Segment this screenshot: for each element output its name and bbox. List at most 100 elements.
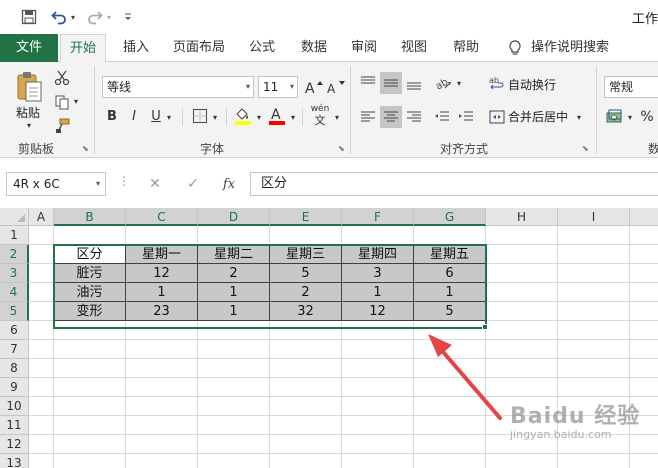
column-header-a[interactable]: A	[29, 208, 54, 226]
table-cell[interactable]: 12	[342, 302, 414, 321]
borders-dropdown-icon[interactable]: ▾	[210, 108, 220, 126]
fill-color-icon[interactable]	[232, 104, 254, 126]
row-header-1[interactable]: 1	[0, 226, 29, 245]
row-header-10[interactable]: 10	[0, 397, 29, 416]
bold-button[interactable]: B	[104, 106, 120, 126]
undo-dropdown-icon[interactable]: ▾	[68, 6, 78, 28]
select-all-corner[interactable]	[0, 208, 29, 226]
row-header-13[interactable]: 13	[0, 454, 29, 468]
formula-bar-splitter[interactable]: ⋮	[118, 174, 130, 188]
table-cell[interactable]: 12	[126, 264, 198, 283]
undo-icon[interactable]	[48, 6, 70, 28]
table-header-cell[interactable]: 星期三	[270, 244, 342, 264]
decrease-font-icon[interactable]: A	[326, 76, 346, 98]
name-box[interactable]: 4R x 6C ▾	[6, 172, 106, 196]
column-header-f[interactable]: F	[342, 208, 414, 226]
table-cell[interactable]: 1	[126, 283, 198, 302]
table-header-cell[interactable]: 星期四	[342, 244, 414, 264]
table-cell[interactable]: 32	[270, 302, 342, 321]
merge-center-icon[interactable]	[488, 108, 506, 126]
row-header-5[interactable]: 5	[0, 302, 29, 321]
increase-font-icon[interactable]: A	[304, 76, 324, 98]
accounting-format-icon[interactable]	[604, 106, 626, 128]
redo-icon[interactable]	[84, 6, 106, 28]
underline-button[interactable]: U	[148, 106, 164, 126]
paste-dropdown-icon[interactable]: ▾	[24, 120, 34, 130]
orientation-dropdown-icon[interactable]: ▾	[454, 74, 464, 92]
tab-data[interactable]: 数据	[292, 34, 336, 62]
phonetic-dropdown-icon[interactable]: ▾	[332, 108, 342, 126]
column-header-next[interactable]	[630, 208, 658, 226]
format-painter-icon[interactable]	[52, 116, 72, 136]
tell-me-search[interactable]: 操作说明搜索	[530, 34, 610, 62]
font-color-icon[interactable]: A	[266, 104, 288, 126]
column-header-g[interactable]: G	[414, 208, 486, 226]
align-right-icon[interactable]	[404, 106, 424, 128]
table-cell[interactable]: 3	[342, 264, 414, 283]
column-header-i[interactable]: I	[558, 208, 630, 226]
decrease-indent-icon[interactable]	[432, 106, 452, 128]
row-header-6[interactable]: 6	[0, 321, 29, 340]
row-header-9[interactable]: 9	[0, 378, 29, 397]
font-size-combo[interactable]: 11 ▾	[258, 76, 298, 98]
font-color-dropdown-icon[interactable]: ▾	[288, 108, 298, 126]
tab-insert[interactable]: 插入	[114, 34, 158, 62]
merge-center-button[interactable]: 合并后居中	[508, 108, 568, 126]
table-cell[interactable]: 变形	[53, 302, 126, 321]
borders-icon[interactable]	[190, 106, 210, 126]
table-cell[interactable]: 1	[198, 302, 270, 321]
table-cell[interactable]: 1	[342, 283, 414, 302]
table-header-cell[interactable]: 区分	[53, 244, 126, 264]
copy-dropdown-icon[interactable]: ▾	[72, 96, 80, 106]
align-middle-icon[interactable]	[380, 72, 402, 94]
row-header-4[interactable]: 4	[0, 283, 29, 302]
row-header-12[interactable]: 12	[0, 435, 29, 454]
align-top-icon[interactable]	[358, 72, 378, 94]
font-launcher-icon[interactable]: ⬊	[338, 144, 347, 153]
table-cell[interactable]: 脏污	[53, 264, 126, 283]
increase-indent-icon[interactable]	[456, 106, 476, 128]
table-cell[interactable]: 2	[198, 264, 270, 283]
column-header-e[interactable]: E	[270, 208, 342, 226]
fill-handle[interactable]	[482, 324, 488, 330]
tab-file[interactable]: 文件	[0, 34, 58, 62]
customize-qat-icon[interactable]	[122, 6, 134, 28]
table-header-cell[interactable]: 星期五	[414, 244, 486, 264]
phonetic-guide-icon[interactable]: wén 文	[308, 102, 332, 128]
copy-icon[interactable]	[52, 92, 72, 112]
lightbulb-icon[interactable]	[506, 39, 524, 57]
table-cell[interactable]: 6	[414, 264, 486, 283]
row-header-8[interactable]: 8	[0, 359, 29, 378]
percent-button[interactable]: %	[638, 106, 656, 128]
tab-view[interactable]: 视图	[392, 34, 436, 62]
row-header-3[interactable]: 3	[0, 264, 29, 283]
paste-icon[interactable]	[14, 70, 44, 104]
font-name-combo[interactable]: 等线 ▾	[102, 76, 254, 98]
row-header-2[interactable]: 2	[0, 245, 29, 264]
row-header-11[interactable]: 11	[0, 416, 29, 435]
tab-help[interactable]: 帮助	[444, 34, 488, 62]
fill-color-dropdown-icon[interactable]: ▾	[254, 108, 264, 126]
clipboard-launcher-icon[interactable]: ⬊	[82, 144, 91, 153]
wrap-text-icon[interactable]: ab	[488, 74, 506, 92]
number-format-combo[interactable]: 常规	[604, 76, 658, 98]
table-cell[interactable]: 2	[270, 283, 342, 302]
table-header-cell[interactable]: 星期二	[198, 244, 270, 264]
accounting-dropdown-icon[interactable]: ▾	[626, 108, 634, 126]
column-header-h[interactable]: H	[486, 208, 558, 226]
cancel-icon[interactable]: ✕	[142, 172, 168, 196]
save-icon[interactable]	[18, 6, 40, 28]
cut-icon[interactable]	[52, 68, 72, 88]
column-header-c[interactable]: C	[126, 208, 198, 226]
wrap-text-button[interactable]: 自动换行	[508, 76, 556, 94]
table-cell[interactable]: 5	[414, 302, 486, 321]
align-bottom-icon[interactable]	[404, 72, 424, 94]
table-header-cell[interactable]: 星期一	[126, 244, 198, 264]
tab-page-layout[interactable]: 页面布局	[166, 34, 232, 62]
worksheet-grid[interactable]: A B C D E F G H I 1 2 3 4 5 6 7 8 9 10 1…	[0, 208, 658, 468]
underline-dropdown-icon[interactable]: ▾	[164, 108, 174, 126]
formula-input[interactable]: 区分	[250, 172, 658, 196]
merge-dropdown-icon[interactable]: ▾	[574, 108, 584, 126]
table-cell[interactable]: 1	[198, 283, 270, 302]
orientation-icon[interactable]: ab	[432, 72, 454, 94]
